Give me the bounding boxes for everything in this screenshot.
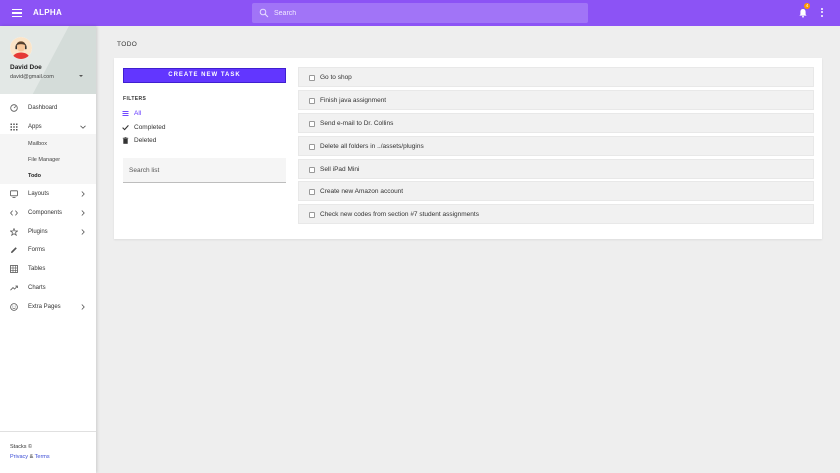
sidebar-footer-divider [0, 431, 96, 432]
task-label: Create new Amazon account [320, 187, 404, 195]
top-bar: ALPHA 4 [0, 0, 840, 26]
check-icon [122, 125, 129, 131]
trending-up-icon [10, 285, 18, 291]
task-label: Finish java assignment [320, 96, 387, 104]
sidebar-item-components[interactable]: Components [0, 204, 96, 222]
chevron-down-icon [80, 125, 86, 129]
task-checkbox[interactable] [309, 143, 315, 150]
filter-label: All [134, 110, 142, 117]
user-name: David Doe [10, 64, 42, 71]
menu-icon[interactable] [12, 9, 22, 18]
privacy-link[interactable]: Privacy [10, 454, 28, 460]
trash-icon [122, 137, 129, 144]
sidebar-item-label: Extra Pages [28, 304, 61, 310]
task-label: Delete all folders in ../assets/plugins [320, 142, 424, 150]
avatar [10, 37, 32, 59]
search-input[interactable] [274, 3, 574, 23]
task-checkbox[interactable] [309, 211, 315, 218]
footer-amp: & [29, 454, 34, 460]
apps-icon [10, 123, 18, 131]
list-icon [122, 111, 129, 116]
sidebar-item-label: Tables [28, 266, 46, 272]
sidebar-item-label: Plugins [28, 229, 48, 235]
task-item[interactable]: Finish java assignment [298, 90, 814, 110]
sidebar-item-forms[interactable]: Forms [0, 241, 96, 259]
sidebar-item-label: Charts [28, 285, 46, 291]
task-checkbox[interactable] [309, 120, 315, 127]
task-checkbox[interactable] [309, 188, 315, 195]
search-bar[interactable] [252, 3, 588, 23]
chevron-right-icon [81, 304, 85, 310]
sidebar-item-tables[interactable]: Tables [0, 260, 96, 278]
sidebar-item-label: Apps [28, 124, 42, 130]
sidebar-item-layouts[interactable]: Layouts [0, 185, 96, 203]
sidebar-subitem-todo[interactable]: Todo [0, 170, 96, 184]
sidebar-item-label: Dashboard [28, 105, 58, 111]
user-email: david@gmail.com [10, 74, 54, 80]
task-item[interactable]: Create new Amazon account [298, 181, 814, 201]
task-label: Check new codes from section #7 student … [320, 210, 479, 218]
search-list-field[interactable] [123, 158, 286, 183]
page-title: TODO [117, 41, 138, 48]
task-checkbox[interactable] [309, 97, 315, 104]
chevron-right-icon [81, 210, 85, 216]
task-checkbox[interactable] [309, 166, 315, 173]
user-menu-caret-icon[interactable] [79, 75, 83, 77]
dashboard-icon [10, 104, 18, 112]
task-checkbox[interactable] [309, 74, 315, 81]
sidebar-item-charts[interactable]: Charts [0, 279, 96, 297]
table-icon [10, 265, 18, 273]
code-icon [10, 210, 18, 216]
filters-heading: FILTERS [123, 96, 147, 102]
task-item[interactable]: Delete all folders in ../assets/plugins [298, 136, 814, 156]
sidebar-subitem-label: File Manager [28, 157, 61, 163]
chevron-right-icon [81, 191, 85, 197]
notification-badge: 4 [804, 3, 810, 9]
task-item[interactable]: Check new codes from section #7 student … [298, 204, 814, 224]
sidebar-item-label: Layouts [28, 191, 50, 197]
monitor-icon [10, 190, 18, 198]
task-item[interactable]: Go to shop [298, 67, 814, 87]
sidebar-item-plugins[interactable]: Plugins [0, 223, 96, 241]
more-vert-icon[interactable] [820, 8, 824, 18]
sidebar: David Doe david@gmail.com Dashboard Apps… [0, 26, 96, 473]
search-list-input[interactable] [129, 158, 279, 182]
task-item[interactable]: Sell iPad Mini [298, 159, 814, 179]
terms-link[interactable]: Terms [35, 454, 50, 460]
sidebar-item-dashboard[interactable]: Dashboard [0, 99, 96, 117]
sidebar-item-label: Components [28, 210, 63, 216]
sidebar-item-extra-pages[interactable]: Extra Pages [0, 298, 96, 316]
star-icon [10, 228, 18, 236]
bell-icon[interactable] [798, 8, 808, 18]
user-profile: David Doe david@gmail.com [0, 26, 96, 94]
task-label: Go to shop [320, 73, 352, 81]
sidebar-subitem-file-manager[interactable]: File Manager [0, 154, 96, 168]
task-label: Sell iPad Mini [320, 165, 360, 173]
sidebar-subitem-label: Todo [28, 173, 42, 179]
sidebar-subitem-mailbox[interactable]: Mailbox [0, 138, 96, 152]
brand-logo[interactable]: ALPHA [33, 8, 62, 17]
search-icon [259, 8, 269, 18]
create-task-button[interactable]: CREATE NEW TASK [123, 68, 286, 83]
filter-label: Completed [134, 124, 166, 131]
task-label: Send e-mail to Dr. Collins [320, 119, 394, 127]
footer-copyright: Stacks © [10, 444, 33, 450]
task-item[interactable]: Send e-mail to Dr. Collins [298, 113, 814, 133]
sidebar-item-label: Forms [28, 247, 45, 253]
pencil-icon [11, 247, 17, 253]
sidebar-subitem-label: Mailbox [28, 141, 47, 147]
footer-links: Privacy & Terms [10, 454, 50, 460]
filter-label: Deleted [134, 137, 157, 144]
chevron-right-icon [81, 229, 85, 235]
smiley-icon [10, 303, 18, 311]
